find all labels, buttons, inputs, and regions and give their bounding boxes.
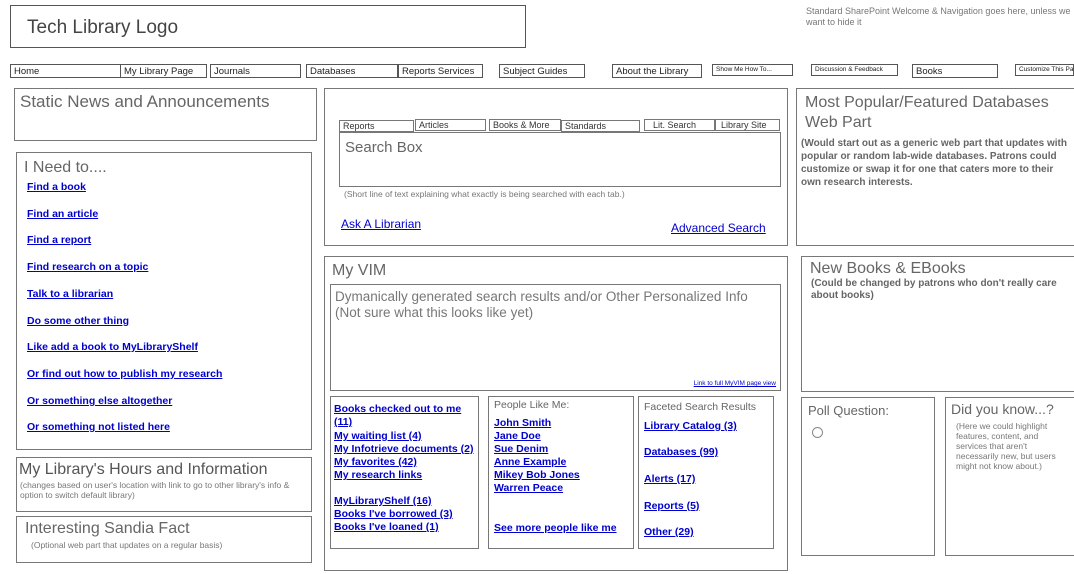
search-tab-books-more[interactable]: Books & More [489, 119, 561, 131]
welcome-navigation-text: Standard SharePoint Welcome & Navigation… [806, 6, 1071, 27]
nav-journals[interactable]: Journals [210, 64, 301, 78]
link-books-loaned[interactable]: Books I've loaned (1) [334, 521, 439, 534]
facet-alerts[interactable]: Alerts (17) [644, 473, 695, 486]
search-tab-standards[interactable]: Standards [561, 120, 640, 132]
link-books-borrowed[interactable]: Books I've borrowed (3) [334, 508, 453, 521]
did-you-know-webpart: Did you know...? (Here we could highligh… [945, 397, 1074, 556]
nav-discussion-feedback[interactable]: Discussion & Feedback [811, 64, 898, 76]
sandia-fact-webpart: Interesting Sandia Fact (Optional web pa… [16, 516, 312, 563]
hours-description: (changes based on user's location with l… [20, 480, 290, 500]
link-talk-to-librarian[interactable]: Talk to a librarian [27, 288, 113, 300]
facet-library-catalog[interactable]: Library Catalog (3) [644, 420, 737, 433]
search-tab-lit-search[interactable]: Lit. Search [644, 119, 715, 131]
person-link[interactable]: Warren Peace [494, 482, 563, 495]
person-link[interactable]: Mikey Bob Jones [494, 469, 580, 482]
popular-databases-title: Most Popular/Featured Databases Web Part [805, 94, 1049, 131]
nav-my-library-page[interactable]: My Library Page [120, 64, 207, 78]
popular-databases-webpart: Most Popular/Featured Databases Web Part… [796, 88, 1074, 246]
link-find-an-article[interactable]: Find an article [27, 208, 98, 220]
search-box-label: Search Box [345, 139, 423, 156]
nav-reports-services[interactable]: Reports Services [398, 64, 483, 78]
facet-other[interactable]: Other (29) [644, 526, 694, 539]
my-vim-content-line1: Dymanically generated search results and… [335, 289, 748, 304]
see-more-people-link[interactable]: See more people like me [494, 522, 617, 535]
ask-a-librarian-link[interactable]: Ask A Librarian [341, 217, 421, 231]
i-need-to-title: I Need to.... [24, 159, 107, 176]
nav-subject-guides[interactable]: Subject Guides [499, 64, 585, 78]
link-my-library-shelf[interactable]: MyLibraryShelf (16) [334, 495, 431, 508]
logo-text: Tech Library Logo [27, 17, 179, 38]
top-navigation: Home My Library Page Journals Databases … [0, 64, 1074, 80]
nav-books[interactable]: Books [912, 64, 998, 78]
news-title: Static News and Announcements [20, 92, 270, 111]
nav-databases[interactable]: Databases [306, 64, 398, 78]
search-tab-reports[interactable]: Reports [339, 120, 414, 132]
did-you-know-title: Did you know...? [951, 401, 1054, 417]
search-box-input[interactable]: Search Box [339, 132, 781, 187]
logo-box[interactable]: Tech Library Logo [10, 5, 526, 48]
popular-databases-description: (Would start out as a generic web part t… [801, 138, 1067, 188]
people-like-me-panel: People Like Me: John Smith Jane Doe Sue … [488, 396, 634, 549]
link-my-research-links[interactable]: My research links [334, 469, 422, 482]
poll-title: Poll Question: [808, 403, 889, 418]
my-vim-content: Dymanically generated search results and… [335, 289, 775, 321]
person-link[interactable]: Sue Denim [494, 443, 548, 456]
fact-title: Interesting Sandia Fact [25, 520, 190, 537]
people-like-me-title: People Like Me: [494, 399, 570, 411]
link-find-a-report[interactable]: Find a report [27, 234, 91, 246]
faceted-search-panel: Faceted Search Results Library Catalog (… [638, 396, 774, 549]
did-you-know-description: (Here we could highlight features, conte… [956, 421, 1056, 471]
person-link[interactable]: John Smith [494, 417, 551, 430]
my-vim-title: My VIM [332, 262, 387, 279]
new-books-webpart: New Books & EBooks (Could be changed by … [801, 256, 1074, 392]
my-vim-content-line2: (Not sure what this looks like yet) [335, 305, 534, 320]
link-my-favorites[interactable]: My favorites (42) [334, 456, 417, 469]
link-waiting-list[interactable]: My waiting list (4) [334, 430, 422, 443]
new-books-description: (Could be changed by patrons who don't r… [811, 278, 1057, 301]
facet-reports[interactable]: Reports (5) [644, 500, 699, 513]
link-do-some-other-thing[interactable]: Do some other thing [27, 315, 129, 327]
nav-customize-this-page[interactable]: Customize This Page [1015, 64, 1074, 76]
poll-radio-option[interactable] [812, 427, 823, 438]
link-infotrieve-documents[interactable]: My Infotrieve documents (2) [334, 443, 473, 456]
advanced-search-link[interactable]: Advanced Search [671, 221, 766, 235]
search-hint: (Short line of text explaining what exac… [344, 189, 625, 199]
search-tab-library-site[interactable]: Library Site [715, 119, 780, 131]
hours-title: My Library's Hours and Information [19, 461, 268, 478]
nav-about-the-library[interactable]: About the Library [612, 64, 702, 78]
facet-databases[interactable]: Databases (99) [644, 446, 718, 459]
my-vim-results-area: Dymanically generated search results and… [330, 284, 781, 391]
nav-show-me-how[interactable]: Show Me How To... [712, 64, 793, 76]
fact-description: (Optional web part that updates on a reg… [31, 540, 223, 550]
link-find-research-on-topic[interactable]: Find research on a topic [27, 261, 148, 273]
person-link[interactable]: Anne Example [494, 456, 566, 469]
link-find-a-book[interactable]: Find a book [27, 181, 86, 193]
full-myvim-link[interactable]: Link to full MyVIM page view [694, 380, 776, 387]
news-webpart: Static News and Announcements [14, 88, 317, 141]
new-books-title: New Books & EBooks [810, 260, 966, 277]
poll-webpart: Poll Question: [801, 397, 935, 556]
faceted-search-title: Faceted Search Results [644, 401, 757, 413]
i-need-to-webpart: I Need to.... Find a book Find an articl… [16, 152, 312, 450]
link-add-book-to-shelf[interactable]: Like add a book to MyLibraryShelf [27, 341, 198, 353]
person-link[interactable]: Jane Doe [494, 430, 541, 443]
link-publish-research[interactable]: Or find out how to publish my research [27, 368, 222, 380]
link-something-not-listed[interactable]: Or something not listed here [27, 421, 170, 433]
hours-webpart: My Library's Hours and Information (chan… [16, 457, 312, 512]
link-something-else[interactable]: Or something else altogether [27, 395, 172, 407]
search-tab-articles[interactable]: Articles [415, 119, 486, 131]
link-books-checked-out[interactable]: Books checked out to me (11) [334, 403, 478, 429]
my-items-panel: Books checked out to me (11) My waiting … [330, 396, 479, 549]
nav-home[interactable]: Home [10, 64, 122, 78]
